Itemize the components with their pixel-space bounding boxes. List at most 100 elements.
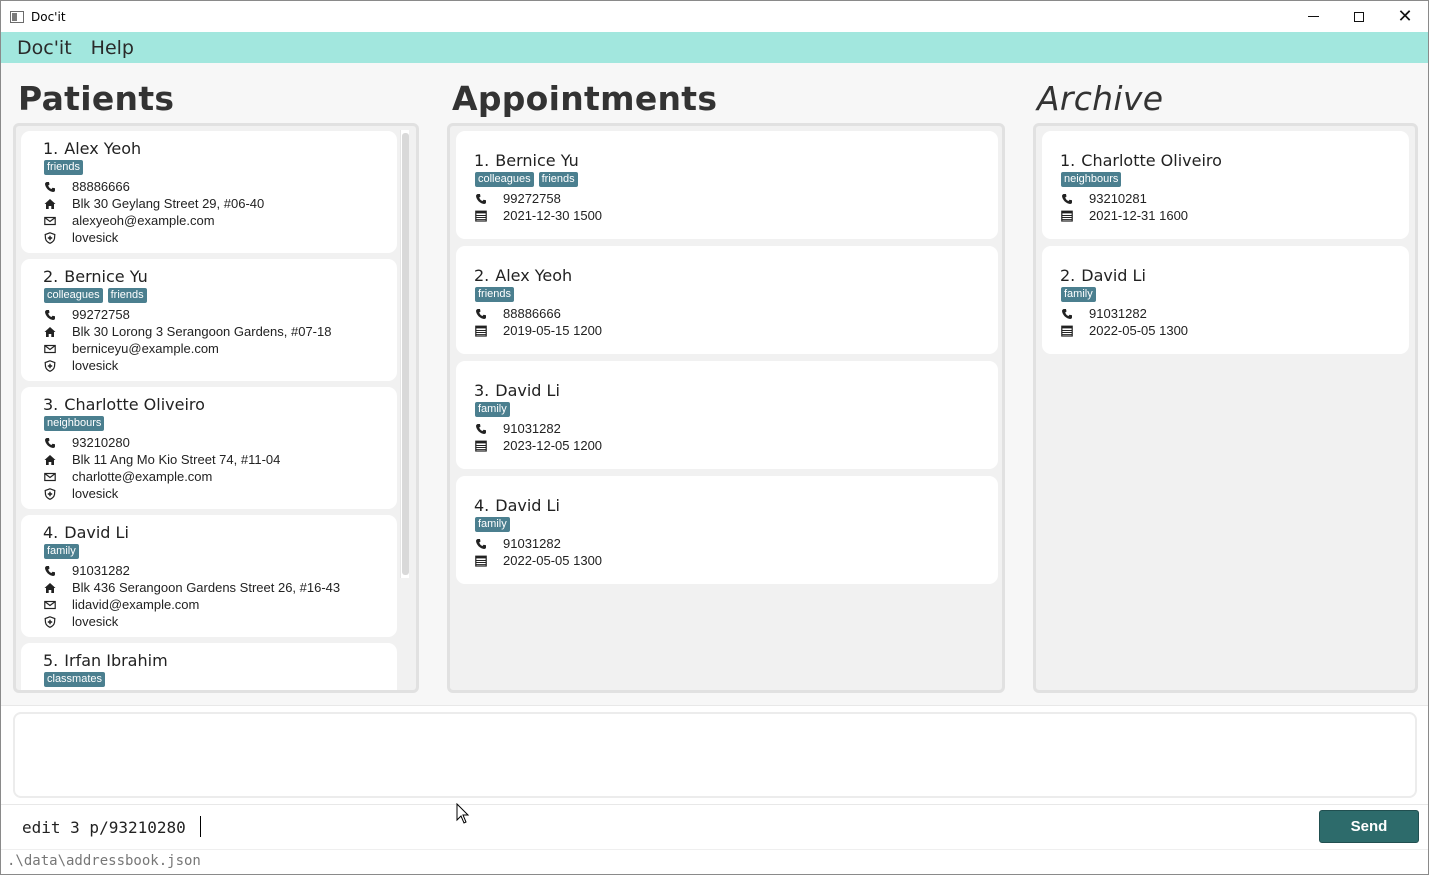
- calendar-value: 2023-12-05 1200: [503, 438, 603, 453]
- calendar-value: 2021-12-31 1600: [1089, 208, 1189, 223]
- email-value: charlotte@example.com: [72, 469, 213, 484]
- tag-badge: family: [475, 402, 510, 417]
- card-row: lovesick: [44, 357, 118, 374]
- send-button[interactable]: Send: [1319, 810, 1419, 843]
- text-caret: [200, 816, 201, 837]
- email-value: lidavid@example.com: [72, 597, 200, 612]
- archive-card[interactable]: 1. Charlotte Oliveiro neighbours 93210281 20…: [1042, 131, 1409, 239]
- phone-value: 93210281: [1089, 191, 1147, 206]
- appointment-card[interactable]: 2. Alex Yeoh friends 88886666 2019-05-15 120…: [456, 246, 998, 354]
- tag-list: family: [44, 544, 79, 559]
- card-index: 3.: [474, 381, 490, 400]
- home-value: Blk 11 Ang Mo Kio Street 74, #11-04: [72, 452, 281, 467]
- phone-value: 91031282: [1089, 306, 1147, 321]
- phone-icon: [475, 308, 487, 320]
- tag-list: neighbours: [1061, 172, 1122, 187]
- tag-list: friends: [44, 160, 84, 175]
- tag-badge: neighbours: [44, 416, 105, 431]
- appointment-card[interactable]: 3. David Li family 91031282 2023-12-05 1200: [456, 361, 998, 469]
- patient-card[interactable]: 2. Bernice Yu colleagues friends 99272758 Blk…: [21, 259, 397, 381]
- patient-card[interactable]: 4. David Li family 91031282 Blk 436 Serangoo…: [21, 515, 397, 637]
- tag-list: colleagues friends: [44, 288, 147, 303]
- card-index: 1.: [43, 139, 59, 158]
- menu-docit[interactable]: Doc'it: [17, 37, 72, 59]
- email-icon: [44, 599, 56, 611]
- tag-badge: classmates: [44, 672, 106, 687]
- appointments-title: Appointments: [452, 79, 718, 118]
- card-index: 5.: [43, 651, 59, 670]
- patient-card[interactable]: 5. Irfan Ibrahim classmates: [21, 643, 397, 690]
- tag-badge: family: [44, 544, 79, 559]
- card-row: 88886666: [475, 305, 561, 322]
- calendar-value: 2022-05-05 1300: [503, 553, 603, 568]
- card-row: alexyeoh@example.com: [44, 212, 215, 229]
- calendar-value: 2021-12-30 1500: [503, 208, 603, 223]
- phone-icon: [1061, 308, 1073, 320]
- card-person-name: Bernice Yu: [495, 151, 579, 170]
- archive-list[interactable]: 1. Charlotte Oliveiro neighbours 93210281 20…: [1033, 123, 1418, 693]
- phone-icon: [475, 193, 487, 205]
- main-area: Patients Appointments Archive 1. Alex Yeo…: [1, 63, 1428, 705]
- close-button[interactable]: ✕: [1382, 1, 1428, 32]
- appointment-card[interactable]: 1. Bernice Yu colleagues friends 99272758 202…: [456, 131, 998, 239]
- command-input[interactable]: [13, 809, 1309, 845]
- result-display: [13, 712, 1417, 798]
- phone-icon: [44, 437, 56, 449]
- archive-card[interactable]: 2. David Li family 91031282 2022-05-05 1300: [1042, 246, 1409, 354]
- card-row: Blk 30 Geylang Street 29, #06-40: [44, 195, 264, 212]
- appointment-list[interactable]: 1. Bernice Yu colleagues friends 99272758 202…: [447, 123, 1005, 693]
- patient-card[interactable]: 1. Alex Yeoh friends 88886666 Blk 30 Geylang…: [21, 131, 397, 253]
- data-file-path: .\data\addressbook.json: [7, 853, 201, 869]
- card-person-name: Bernice Yu: [64, 267, 148, 286]
- home-icon: [44, 582, 56, 594]
- card-row: 99272758: [475, 190, 561, 207]
- card-person-name: David Li: [495, 496, 560, 515]
- tag-list: neighbours: [44, 416, 105, 431]
- calendar-icon: [1061, 210, 1073, 222]
- card-row: 2019-05-15 1200: [475, 322, 602, 339]
- card-index: 3.: [43, 395, 59, 414]
- card-person-name: Irfan Ibrahim: [64, 651, 168, 670]
- window-controls: ✕: [1290, 1, 1428, 32]
- tag-badge: friends: [538, 172, 578, 187]
- patient-list[interactable]: 1. Alex Yeoh friends 88886666 Blk 30 Geylang…: [13, 123, 419, 693]
- title-bar: Doc'it ✕: [1, 1, 1428, 32]
- patients-title: Patients: [18, 79, 175, 118]
- menu-help[interactable]: Help: [91, 37, 134, 59]
- home-value: Blk 436 Serangoon Gardens Street 26, #16…: [72, 580, 341, 595]
- phone-icon: [44, 565, 56, 577]
- card-row: Blk 11 Ang Mo Kio Street 74, #11-04: [44, 451, 280, 468]
- medical-icon: [44, 359, 56, 372]
- tag-badge: neighbours: [1061, 172, 1122, 187]
- patient-card[interactable]: 3. Charlotte Oliveiro neighbours 93210280 Bl…: [21, 387, 397, 509]
- medical-icon: [44, 231, 56, 244]
- card-row: 2021-12-31 1600: [1061, 207, 1188, 224]
- tag-badge: friends: [107, 288, 147, 303]
- card-row: 91031282: [475, 420, 561, 437]
- window-title: Doc'it: [31, 9, 66, 24]
- scrollbar-thumb[interactable]: [402, 133, 409, 575]
- tag-list: colleagues friends: [475, 172, 578, 187]
- home-icon: [44, 326, 56, 338]
- phone-value: 91031282: [72, 563, 130, 578]
- app-window: Doc'it ✕ Doc'it Help Patients Appointmen…: [0, 0, 1429, 875]
- appointment-card[interactable]: 4. David Li family 91031282 2022-05-05 1300: [456, 476, 998, 584]
- phone-icon: [475, 423, 487, 435]
- card-row: 91031282: [44, 562, 130, 579]
- app-icon: [10, 10, 24, 23]
- maximize-button[interactable]: [1336, 1, 1382, 32]
- phone-icon: [475, 538, 487, 550]
- tag-list: classmates: [44, 672, 106, 687]
- card-row: 2021-12-30 1500: [475, 207, 602, 224]
- card-row: 91031282: [475, 535, 561, 552]
- menu-bar: Doc'it Help: [1, 32, 1428, 63]
- phone-icon: [44, 309, 56, 321]
- card-name: 2. David Li: [1060, 266, 1146, 285]
- card-row: 93210281: [1061, 190, 1147, 207]
- card-row: 93210280: [44, 434, 130, 451]
- card-row: 99272758: [44, 306, 130, 323]
- card-row: Blk 30 Lorong 3 Serangoon Gardens, #07-1…: [44, 323, 331, 340]
- minimize-button[interactable]: [1290, 1, 1336, 32]
- card-person-name: Charlotte Oliveiro: [64, 395, 205, 414]
- patient-list-scrollbar[interactable]: [400, 130, 409, 578]
